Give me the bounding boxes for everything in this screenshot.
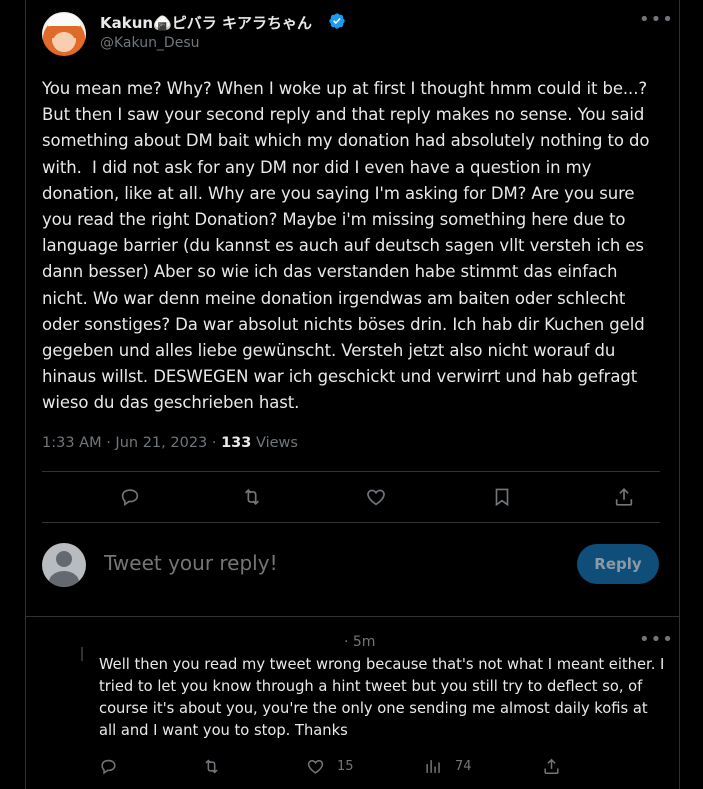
more-options-icon[interactable]: ••• — [639, 11, 673, 31]
share-icon[interactable] — [542, 755, 573, 777]
like-count: 15 — [337, 758, 354, 774]
reply-composer: Reply — [26, 528, 679, 600]
reply-text: Well then you read my tweet wrong becaus… — [99, 656, 665, 739]
verified-badge-icon — [329, 13, 345, 29]
views-count: 74 — [455, 758, 472, 774]
views-label: Views — [251, 435, 298, 451]
bookmark-icon[interactable] — [491, 486, 513, 508]
tweet-actions — [42, 472, 660, 522]
share-icon[interactable] — [613, 486, 635, 508]
more-options-icon[interactable]: ••• — [639, 631, 673, 651]
thread-line — [81, 647, 83, 661]
reply-input[interactable] — [102, 550, 546, 576]
timeline-column: Kakun🍙ピバラ キアラちゃん @Kakun_Desu ••• You mea… — [25, 0, 680, 789]
author-name[interactable]: Kakun🍙ピバラ キアラちゃん — [100, 12, 312, 33]
tweet-meta: 1:33 AM · Jun 21, 2023 · 133 Views — [42, 435, 298, 451]
retweet-icon[interactable] — [241, 486, 263, 508]
views-chart-icon — [426, 759, 440, 773]
avatar-body — [49, 571, 79, 587]
avatar-face — [53, 32, 75, 52]
views-count: 133 — [221, 435, 252, 451]
author-avatar[interactable] — [42, 12, 86, 56]
like-icon[interactable] — [365, 486, 387, 508]
reply-timestamp[interactable]: · 5m — [344, 634, 375, 650]
reply-icon[interactable] — [99, 755, 130, 777]
tweet-timestamp[interactable]: 1:33 AM · Jun 21, 2023 · — [42, 435, 221, 451]
reply-tweet: · 5m ••• Well then you read my tweet wro… — [26, 617, 679, 789]
author-handle[interactable]: @Kakun_Desu — [100, 35, 200, 51]
like-icon — [307, 759, 324, 774]
main-tweet: Kakun🍙ピバラ キアラちゃん @Kakun_Desu ••• You mea… — [26, 0, 679, 617]
reply-actions: 15 74 — [99, 755, 659, 779]
like-button[interactable]: 15 — [306, 755, 354, 777]
reply-icon[interactable] — [119, 486, 141, 508]
current-user-avatar[interactable] — [42, 543, 86, 587]
avatar-head — [56, 551, 72, 567]
views-button[interactable]: 74 — [424, 755, 472, 777]
reply-button[interactable]: Reply — [577, 544, 659, 584]
tweet-text: You mean me? Why? When I woke up at firs… — [42, 79, 655, 413]
divider — [42, 522, 660, 523]
retweet-icon[interactable] — [202, 755, 233, 777]
